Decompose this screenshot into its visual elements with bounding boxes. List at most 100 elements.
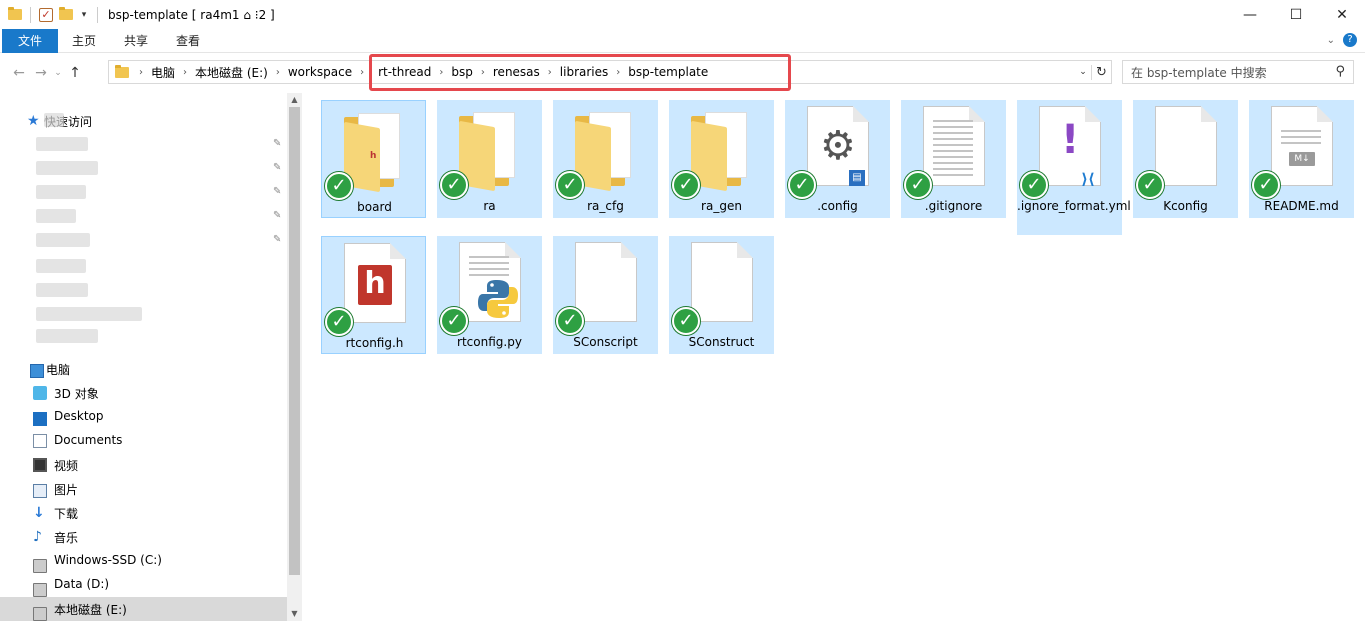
header-file-mini-icon: h xyxy=(370,151,377,161)
breadcrumb-separator[interactable]: › xyxy=(437,67,445,78)
recent-locations-button[interactable]: ⌄ xyxy=(52,68,64,78)
pin-icon[interactable]: ✎ xyxy=(273,186,281,197)
videos-icon xyxy=(33,458,47,472)
chevron-down-icon[interactable]: ⌄ xyxy=(1327,35,1335,46)
tab-home[interactable]: 主页 xyxy=(58,29,110,53)
sidebar-item-drive-e[interactable]: 本地磁盘 (E:) xyxy=(0,597,287,621)
customize-toolbar-icon[interactable]: ▾ xyxy=(79,10,89,20)
sidebar-item-downloads[interactable]: ↓ 下载 xyxy=(0,501,287,525)
redacted-item[interactable] xyxy=(36,307,142,321)
breadcrumb-separator[interactable]: › xyxy=(137,67,145,78)
redacted-item[interactable] xyxy=(36,185,86,199)
properties-icon[interactable]: ✓ xyxy=(39,7,53,22)
file-name: SConscript xyxy=(573,335,638,349)
search-input[interactable]: 在 bsp-template 中搜索 ⚲ xyxy=(1122,60,1354,84)
help-icon[interactable]: ? xyxy=(1343,33,1357,47)
breadcrumb-item[interactable]: libraries xyxy=(554,65,614,79)
sidebar-item-this-pc[interactable]: 电脑 xyxy=(0,357,287,381)
sidebar-item-videos[interactable]: 视频 xyxy=(0,453,287,477)
breadcrumb-separator[interactable]: › xyxy=(546,67,554,78)
redacted-item[interactable] xyxy=(36,137,88,151)
file-tile-gitignore[interactable]: ✓ .gitignore xyxy=(901,100,1006,218)
file-name: rtconfig.h xyxy=(345,336,404,350)
scroll-up-arrow[interactable]: ▲ xyxy=(287,93,302,107)
file-name: Kconfig xyxy=(1163,199,1208,213)
pin-icon[interactable]: ✎ xyxy=(273,210,281,221)
sidebar-item-drive-c[interactable]: Windows-SSD (C:) xyxy=(0,549,287,573)
sidebar-item-music[interactable]: ♪ 音乐 xyxy=(0,525,287,549)
blank-file-icon xyxy=(1155,106,1217,192)
scroll-down-arrow[interactable]: ▼ xyxy=(287,607,302,621)
breadcrumb-item[interactable]: rt-thread xyxy=(372,65,437,79)
sidebar-item-pictures[interactable]: 图片 xyxy=(0,477,287,501)
file-name: board xyxy=(357,200,392,214)
breadcrumb-item[interactable]: bsp xyxy=(445,65,479,79)
file-tile-sconstruct[interactable]: ✓ SConstruct xyxy=(669,236,774,354)
file-tile-ra-gen[interactable]: ✓ ra_gen xyxy=(669,100,774,218)
file-tile-rtconfig-py[interactable]: ✓ rtconfig.py xyxy=(437,236,542,354)
redacted-item[interactable] xyxy=(36,161,98,175)
pin-icon[interactable]: ✎ xyxy=(273,162,281,173)
quick-access-toolbar: ✓ ▾ xyxy=(0,6,100,23)
minimize-button[interactable]: — xyxy=(1227,0,1273,29)
file-tile-rtconfig-h[interactable]: h ✓ rtconfig.h xyxy=(321,236,426,354)
redacted-item[interactable] xyxy=(36,209,76,223)
file-tile-kconfig[interactable]: ✓ Kconfig xyxy=(1133,100,1238,218)
file-name: README.md xyxy=(1264,199,1339,213)
redacted-item[interactable] xyxy=(36,233,90,247)
breadcrumb-separator[interactable]: › xyxy=(274,67,282,78)
breadcrumb-separator[interactable]: › xyxy=(181,67,189,78)
file-tile-board[interactable]: h ✓ board xyxy=(321,100,426,218)
drive-icon xyxy=(33,607,47,621)
up-button[interactable]: ↑ xyxy=(64,65,86,81)
redacted-item[interactable] xyxy=(36,329,98,343)
navigation-pane: ★ 快速访问 ✎ ✎ ✎ ✎ ✎ 电脑 3D 对象 Desktop Docume… xyxy=(0,93,302,621)
breadcrumb-item[interactable]: renesas xyxy=(487,65,546,79)
file-tile-ra[interactable]: ✓ ra xyxy=(437,100,542,218)
search-icon[interactable]: ⚲ xyxy=(1335,64,1345,79)
refresh-button[interactable]: ↻ xyxy=(1091,64,1111,80)
file-tile-ignore-format[interactable]: ! ⟩⟨ ✓ .ignore_format.yml xyxy=(1017,100,1131,235)
breadcrumb-item[interactable]: workspace xyxy=(282,65,358,79)
folder-icon[interactable] xyxy=(8,7,22,20)
close-button[interactable]: ✕ xyxy=(1319,0,1365,29)
sync-ok-icon: ✓ xyxy=(440,171,468,199)
tab-view[interactable]: 查看 xyxy=(162,29,214,53)
sidebar-scrollbar[interactable]: ▲ ▼ xyxy=(287,93,302,621)
pin-icon[interactable]: ✎ xyxy=(273,138,281,149)
breadcrumb-item[interactable]: 本地磁盘 (E:) xyxy=(189,64,274,81)
breadcrumb-item[interactable]: 电脑 xyxy=(145,64,181,81)
address-bar[interactable]: › 电脑 › 本地磁盘 (E:) › workspace › rt-thread… xyxy=(108,60,1112,84)
breadcrumb-separator[interactable]: › xyxy=(614,67,622,78)
forward-button[interactable]: → xyxy=(30,65,52,81)
yml-file-icon: ! ⟩⟨ xyxy=(1039,106,1101,192)
pin-icon[interactable]: ✎ xyxy=(273,234,281,245)
tab-file[interactable]: 文件 xyxy=(2,28,59,53)
sidebar-item-3d-objects[interactable]: 3D 对象 xyxy=(0,381,287,405)
desktop-icon xyxy=(33,412,47,426)
sidebar-item-documents[interactable]: Documents xyxy=(0,429,287,453)
sidebar-item-label: Data (D:) xyxy=(54,577,110,591)
file-tile-sconscript[interactable]: ✓ SConscript xyxy=(553,236,658,354)
breadcrumb-current[interactable]: bsp-template xyxy=(622,65,714,79)
new-folder-icon[interactable] xyxy=(59,7,73,20)
text-lines xyxy=(933,120,973,180)
breadcrumb-separator[interactable]: › xyxy=(358,67,366,78)
back-button[interactable]: ← xyxy=(8,65,30,81)
redacted-item[interactable] xyxy=(36,283,88,297)
sidebar-item-desktop[interactable]: Desktop xyxy=(0,405,287,429)
redacted-item[interactable] xyxy=(36,259,86,273)
file-tile-ra-cfg[interactable]: ✓ ra_cfg xyxy=(553,100,658,218)
breadcrumb-separator[interactable]: › xyxy=(479,67,487,78)
address-history-dropdown[interactable]: ⌄ xyxy=(1075,67,1091,77)
page-fold xyxy=(390,243,406,259)
page-fold xyxy=(1085,106,1101,122)
scroll-thumb[interactable] xyxy=(289,107,300,575)
sidebar-item-drive-d[interactable]: Data (D:) xyxy=(0,573,287,597)
maximize-button[interactable]: ☐ xyxy=(1273,0,1319,29)
file-tile-config[interactable]: ⚙ ▤ ✓ .config xyxy=(785,100,890,218)
file-tile-readme[interactable]: M↓ ✓ README.md xyxy=(1249,100,1354,218)
tab-share[interactable]: 共享 xyxy=(110,29,162,53)
sidebar-item-label: 电脑 xyxy=(46,363,71,377)
sync-ok-icon: ✓ xyxy=(1136,171,1164,199)
